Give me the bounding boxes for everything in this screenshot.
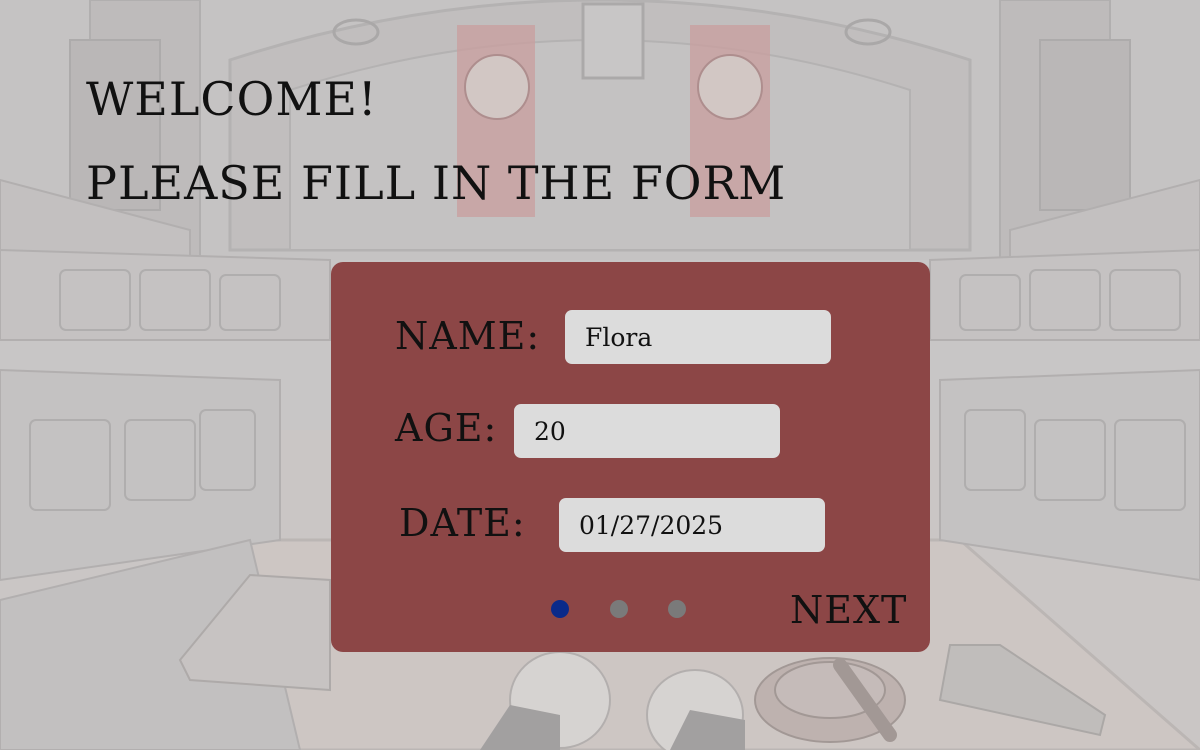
registration-form-panel: NAME: AGE: DATE: NEXT [331, 262, 930, 652]
date-label: DATE: [399, 501, 526, 545]
date-input[interactable] [559, 498, 825, 552]
next-button[interactable]: NEXT [790, 588, 907, 632]
page-dot-1[interactable] [551, 600, 569, 618]
game-scene: WELCOME! PLEASE FILL IN THE FORM NAME: A… [0, 0, 1200, 750]
name-input[interactable] [565, 310, 831, 364]
welcome-heading: WELCOME! [86, 72, 378, 126]
age-input[interactable] [514, 404, 780, 458]
page-dot-2[interactable] [610, 600, 628, 618]
page-dot-3[interactable] [668, 600, 686, 618]
age-label: AGE: [395, 406, 498, 450]
name-label: NAME: [395, 314, 541, 358]
form-instruction-heading: PLEASE FILL IN THE FORM [86, 156, 787, 210]
